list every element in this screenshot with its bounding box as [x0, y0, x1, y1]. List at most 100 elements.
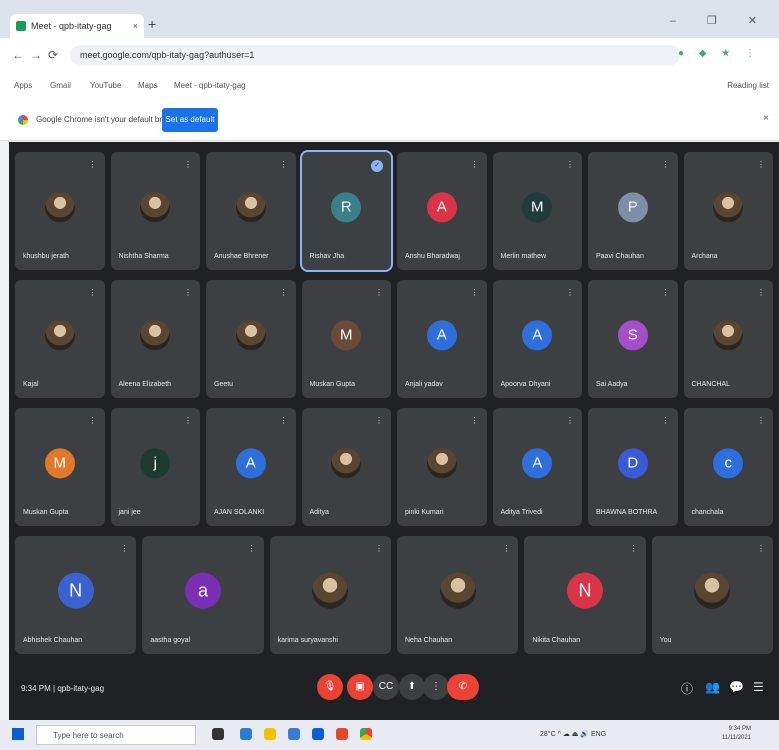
tile-more-icon[interactable]: ⋮ [184, 288, 192, 297]
office-icon[interactable] [336, 728, 348, 740]
participant-tile[interactable]: N Nikita Chauhan ⋮ [524, 536, 646, 654]
participant-tile[interactable]: A Anshu Bharadwaj ⋮ [397, 152, 487, 270]
tile-more-icon[interactable]: ⋮ [375, 416, 383, 425]
participant-tile[interactable]: Anushae Bhrener ⋮ [206, 152, 296, 270]
captions-button[interactable]: CC [373, 674, 399, 700]
tile-more-icon[interactable]: ⋮ [566, 416, 574, 425]
tab-close-icon[interactable]: × [133, 21, 138, 31]
tile-more-icon[interactable]: ⋮ [502, 544, 510, 553]
meeting-info-icon[interactable]: ⓘ [681, 680, 693, 697]
bookmark-youtube[interactable]: YouTube [90, 81, 121, 90]
reading-list[interactable]: Reading list [727, 81, 769, 90]
participant-tile[interactable]: D BHAWNA BOTHRA ⋮ [588, 408, 678, 526]
tile-more-icon[interactable]: ⋮ [662, 288, 670, 297]
bookmark-maps[interactable]: Maps [138, 81, 158, 90]
tile-more-icon[interactable]: ⋮ [662, 160, 670, 169]
participant-tile[interactable]: Kajal ⋮ [15, 280, 105, 398]
taskbar-search[interactable]: Type here to search [36, 725, 196, 745]
new-tab-button[interactable]: + [148, 16, 156, 32]
participant-tile[interactable]: R Rishav Jha ✓ [299, 150, 393, 272]
extensions-icon[interactable]: ● ◆ ★ ⋮ [678, 48, 761, 59]
tile-more-icon[interactable]: ⋮ [757, 288, 765, 297]
leave-call-button[interactable]: ✆ [447, 674, 479, 700]
participant-tile[interactable]: Neha Chauhan ⋮ [397, 536, 519, 654]
tile-more-icon[interactable]: ⋮ [184, 160, 192, 169]
task-view-icon[interactable] [212, 728, 224, 740]
tile-more-icon[interactable]: ⋮ [757, 160, 765, 169]
windows-start-icon[interactable] [12, 728, 24, 740]
tile-more-icon[interactable]: ⋮ [662, 416, 670, 425]
file-explorer-icon[interactable] [264, 728, 276, 740]
tile-more-icon[interactable]: ⋮ [280, 416, 288, 425]
participant-tile[interactable]: A Anjali yadav ⋮ [397, 280, 487, 398]
people-icon[interactable]: 👥 [705, 680, 720, 694]
tile-more-icon[interactable]: ⋮ [89, 416, 97, 425]
participant-tile[interactable]: Aditya ⋮ [301, 408, 391, 526]
tile-more-icon[interactable]: ⋮ [471, 416, 479, 425]
participant-tile[interactable]: A Aditya Trivedi ⋮ [492, 408, 582, 526]
infobar-close-icon[interactable]: × [763, 113, 769, 124]
edge-icon[interactable] [240, 728, 252, 740]
more-options-button[interactable]: ⋮ [423, 674, 449, 700]
bookmark-apps[interactable]: Apps [14, 81, 32, 90]
participant-avatar: c [713, 448, 744, 479]
bookmark-gmail[interactable]: Gmail [50, 81, 71, 90]
weather-text: 28°C [540, 731, 556, 738]
address-bar[interactable]: meet.google.com/qpb-itaty-gag?authuser=1 [70, 45, 680, 65]
meeting-control-bar: 9:34 PM | qpb-itaty-gag 🎙 ▣ CC ⬆ ⋮ ✆ ⓘ 👥… [9, 660, 779, 718]
chat-icon[interactable]: 💬 [729, 680, 744, 694]
participant-tile[interactable]: khushbu jerath ⋮ [15, 152, 105, 270]
back-icon[interactable]: ← [12, 48, 24, 62]
participant-tile[interactable]: N Abhishek Chauhan ⋮ [15, 536, 137, 654]
tile-more-icon[interactable]: ⋮ [184, 416, 192, 425]
participant-tile[interactable]: c chanchala ⋮ [683, 408, 773, 526]
participant-tile[interactable]: j jani jee ⋮ [110, 408, 200, 526]
mail-icon[interactable] [312, 728, 324, 740]
chrome-taskbar-icon[interactable] [360, 728, 372, 740]
tile-more-icon[interactable]: ⋮ [375, 544, 383, 553]
store-icon[interactable] [288, 728, 300, 740]
tile-more-icon[interactable]: ⋮ [375, 288, 383, 297]
participant-tile[interactable]: P Paavi Chauhan ⋮ [588, 152, 678, 270]
participant-tile[interactable]: You ⋮ [651, 536, 773, 654]
participant-tile[interactable]: Nishtha Sharma ⋮ [110, 152, 200, 270]
participant-tile[interactable]: a aastha goyal ⋮ [142, 536, 264, 654]
taskbar-clock[interactable]: 9:34 PM 11/11/2021 [722, 725, 751, 743]
participant-tile[interactable]: karima suryavanshi ⋮ [269, 536, 391, 654]
participant-tile[interactable]: S Sai Aadya ⋮ [588, 280, 678, 398]
participant-tile[interactable]: Geetu ⋮ [206, 280, 296, 398]
participant-tile[interactable]: M Merlin mathew ⋮ [492, 152, 582, 270]
tile-more-icon[interactable]: ⋮ [248, 544, 256, 553]
tile-more-icon[interactable]: ⋮ [280, 288, 288, 297]
participant-tile[interactable]: A Apoorva Dhyani ⋮ [492, 280, 582, 398]
tile-more-icon[interactable]: ⋮ [89, 288, 97, 297]
bookmark-meet[interactable]: Meet - qpb-itaty-gag [174, 81, 246, 90]
tile-more-icon[interactable]: ⋮ [566, 160, 574, 169]
tab-meet[interactable]: Meet - qpb-itaty-gag × [10, 14, 144, 38]
tile-more-icon[interactable]: ⋮ [471, 160, 479, 169]
microphone-button[interactable]: 🎙 [317, 674, 343, 700]
tile-more-icon[interactable]: ⋮ [89, 160, 97, 169]
participant-tile[interactable]: M Muskan Gupta ⋮ [301, 280, 391, 398]
participant-tile[interactable]: A AJAN SOLANKI ⋮ [206, 408, 296, 526]
pinned-icon[interactable]: ✓ [371, 160, 383, 172]
participant-tile[interactable]: pinki Kumari ⋮ [397, 408, 487, 526]
set-default-button[interactable]: Set as default [162, 108, 218, 132]
participant-tile[interactable]: CHANCHAL ⋮ [683, 280, 773, 398]
tile-more-icon[interactable]: ⋮ [120, 544, 128, 553]
tile-more-icon[interactable]: ⋮ [566, 288, 574, 297]
tile-more-icon[interactable]: ⋮ [630, 544, 638, 553]
reload-icon[interactable]: ⟳ [48, 48, 58, 62]
participant-tile[interactable]: M Muskan Gupta ⋮ [15, 408, 105, 526]
tile-more-icon[interactable]: ⋮ [280, 160, 288, 169]
forward-icon[interactable]: → [30, 48, 42, 62]
tile-more-icon[interactable]: ⋮ [757, 416, 765, 425]
tile-more-icon[interactable]: ⋮ [471, 288, 479, 297]
activities-icon[interactable]: ☰ [753, 680, 764, 694]
present-button[interactable]: ⬆ [399, 674, 425, 700]
participant-tile[interactable]: Aleena Elizabeth ⋮ [110, 280, 200, 398]
tile-more-icon[interactable]: ⋮ [757, 544, 765, 553]
window-controls[interactable]: – ❐ ✕ [670, 14, 771, 27]
camera-button[interactable]: ▣ [347, 674, 373, 700]
participant-tile[interactable]: Archana ⋮ [683, 152, 773, 270]
